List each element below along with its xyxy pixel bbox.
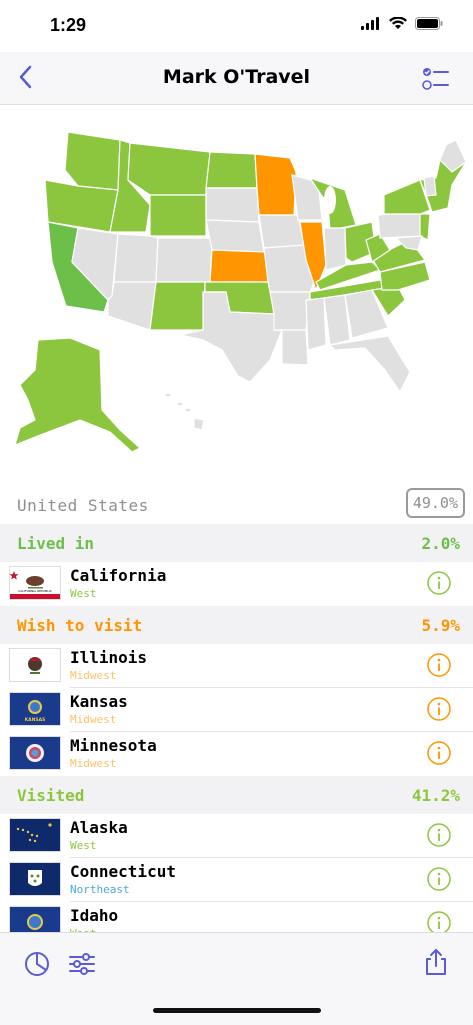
info-button[interactable] bbox=[427, 697, 451, 721]
info-button[interactable] bbox=[427, 741, 451, 765]
info-button[interactable] bbox=[427, 867, 451, 891]
wifi-icon bbox=[389, 17, 407, 29]
map-state-utah bbox=[113, 233, 159, 283]
item-name: Connecticut bbox=[70, 862, 176, 881]
us-map-graphic bbox=[14, 131, 467, 453]
item-name: Idaho bbox=[70, 906, 119, 925]
info-icon bbox=[427, 741, 451, 765]
map-state-wyoming bbox=[149, 194, 207, 237]
share-button[interactable] bbox=[421, 947, 451, 977]
map-state-minnesota bbox=[254, 153, 297, 216]
map-state-colorado bbox=[155, 237, 213, 283]
map-state-kansas bbox=[209, 249, 269, 283]
list-item-kansas[interactable]: KANSAS Kansas Midwest bbox=[0, 688, 473, 732]
item-name: Alaska bbox=[70, 818, 128, 837]
map-state-hawaii-3 bbox=[184, 407, 192, 413]
section-visited: Visited 41.2% bbox=[0, 776, 473, 814]
map-state-hawaii-4 bbox=[193, 417, 205, 431]
info-button[interactable] bbox=[427, 823, 451, 847]
status-bar: 1:29 bbox=[0, 0, 473, 52]
home-indicator bbox=[153, 1008, 321, 1013]
map-state-vermont bbox=[423, 175, 437, 197]
item-name: Illinois bbox=[70, 648, 148, 667]
item-region: West bbox=[70, 839, 97, 852]
battery-icon bbox=[415, 17, 443, 30]
map-state-iowa bbox=[258, 214, 305, 249]
alaska-flag-icon bbox=[9, 818, 61, 852]
item-region: Midwest bbox=[70, 757, 117, 770]
item-name: Minnesota bbox=[70, 736, 157, 755]
connecticut-flag-icon bbox=[9, 862, 61, 896]
list-item-connecticut[interactable]: Connecticut Northeast bbox=[0, 858, 473, 902]
item-region: Northeast bbox=[70, 883, 130, 896]
sliders-icon bbox=[69, 953, 95, 975]
section-percent: 5.9% bbox=[421, 616, 460, 635]
map-state-hawaii-1 bbox=[164, 392, 172, 398]
kansas-flag-icon: KANSAS bbox=[9, 692, 61, 726]
statistics-button[interactable] bbox=[22, 949, 52, 979]
list-item-california[interactable]: CALIFORNIA REPUBLIC California West bbox=[0, 562, 473, 606]
share-icon bbox=[426, 949, 446, 975]
info-icon bbox=[427, 823, 451, 847]
section-percent: 41.2% bbox=[411, 786, 460, 805]
status-time: 1:29 bbox=[50, 15, 87, 35]
item-region: Midwest bbox=[70, 669, 117, 682]
map-state-nebraska bbox=[205, 219, 265, 253]
kansas-flag-text: KANSAS bbox=[25, 717, 46, 723]
item-name: Kansas bbox=[70, 692, 128, 711]
section-title: Lived in bbox=[17, 534, 95, 553]
item-region: Midwest bbox=[70, 713, 117, 726]
map-state-mississippi bbox=[305, 297, 327, 351]
section-title: Visited bbox=[17, 786, 85, 805]
filters-button[interactable] bbox=[67, 949, 97, 979]
info-icon bbox=[427, 867, 451, 891]
country-summary: United States 49.0% bbox=[0, 484, 473, 524]
signal-icon bbox=[361, 17, 379, 30]
list-item-alaska[interactable]: Alaska West bbox=[0, 814, 473, 858]
map-state-arizona bbox=[107, 281, 157, 331]
country-label: United States bbox=[17, 496, 149, 515]
map-state-washington bbox=[64, 131, 121, 191]
map-state-hawaii-2 bbox=[176, 401, 184, 407]
minnesota-flag-icon bbox=[9, 736, 61, 770]
california-flag-icon: CALIFORNIA REPUBLIC bbox=[9, 566, 61, 600]
info-button[interactable] bbox=[427, 653, 451, 677]
info-icon bbox=[427, 571, 451, 595]
pie-chart-icon bbox=[25, 952, 49, 976]
item-region: West bbox=[70, 587, 97, 600]
section-wish-to-visit: Wish to visit 5.9% bbox=[0, 606, 473, 644]
section-lived-in: Lived in 2.0% bbox=[0, 524, 473, 562]
map-state-indiana bbox=[323, 227, 347, 271]
us-map[interactable] bbox=[0, 105, 473, 480]
item-name: California bbox=[70, 566, 167, 585]
info-button[interactable] bbox=[427, 571, 451, 595]
section-title: Wish to visit bbox=[17, 616, 143, 635]
info-icon bbox=[427, 697, 451, 721]
status-icons bbox=[361, 17, 443, 30]
california-flag-text: CALIFORNIA REPUBLIC bbox=[18, 589, 52, 593]
map-state-montana bbox=[127, 142, 211, 196]
map-state-alaska bbox=[14, 337, 142, 453]
map-state-south-dakota bbox=[205, 187, 260, 223]
map-state-new-mexico bbox=[149, 281, 206, 331]
country-percent-badge: 49.0% bbox=[405, 488, 465, 518]
list-item-minnesota[interactable]: Minnesota Midwest bbox=[0, 732, 473, 776]
navigation-bar: Mark O'Travel bbox=[0, 52, 473, 105]
page-title: Mark O'Travel bbox=[162, 66, 311, 88]
map-state-arkansas bbox=[269, 291, 311, 331]
map-state-north-dakota bbox=[205, 151, 258, 189]
checklist-button[interactable] bbox=[421, 64, 451, 94]
list-item-illinois[interactable]: Illinois Midwest bbox=[0, 644, 473, 688]
checklist-icon bbox=[422, 68, 449, 90]
map-state-pennsylvania bbox=[377, 211, 423, 239]
section-percent: 2.0% bbox=[421, 534, 460, 553]
map-state-florida bbox=[328, 335, 411, 394]
info-icon bbox=[427, 653, 451, 677]
illinois-flag-icon bbox=[9, 648, 61, 682]
